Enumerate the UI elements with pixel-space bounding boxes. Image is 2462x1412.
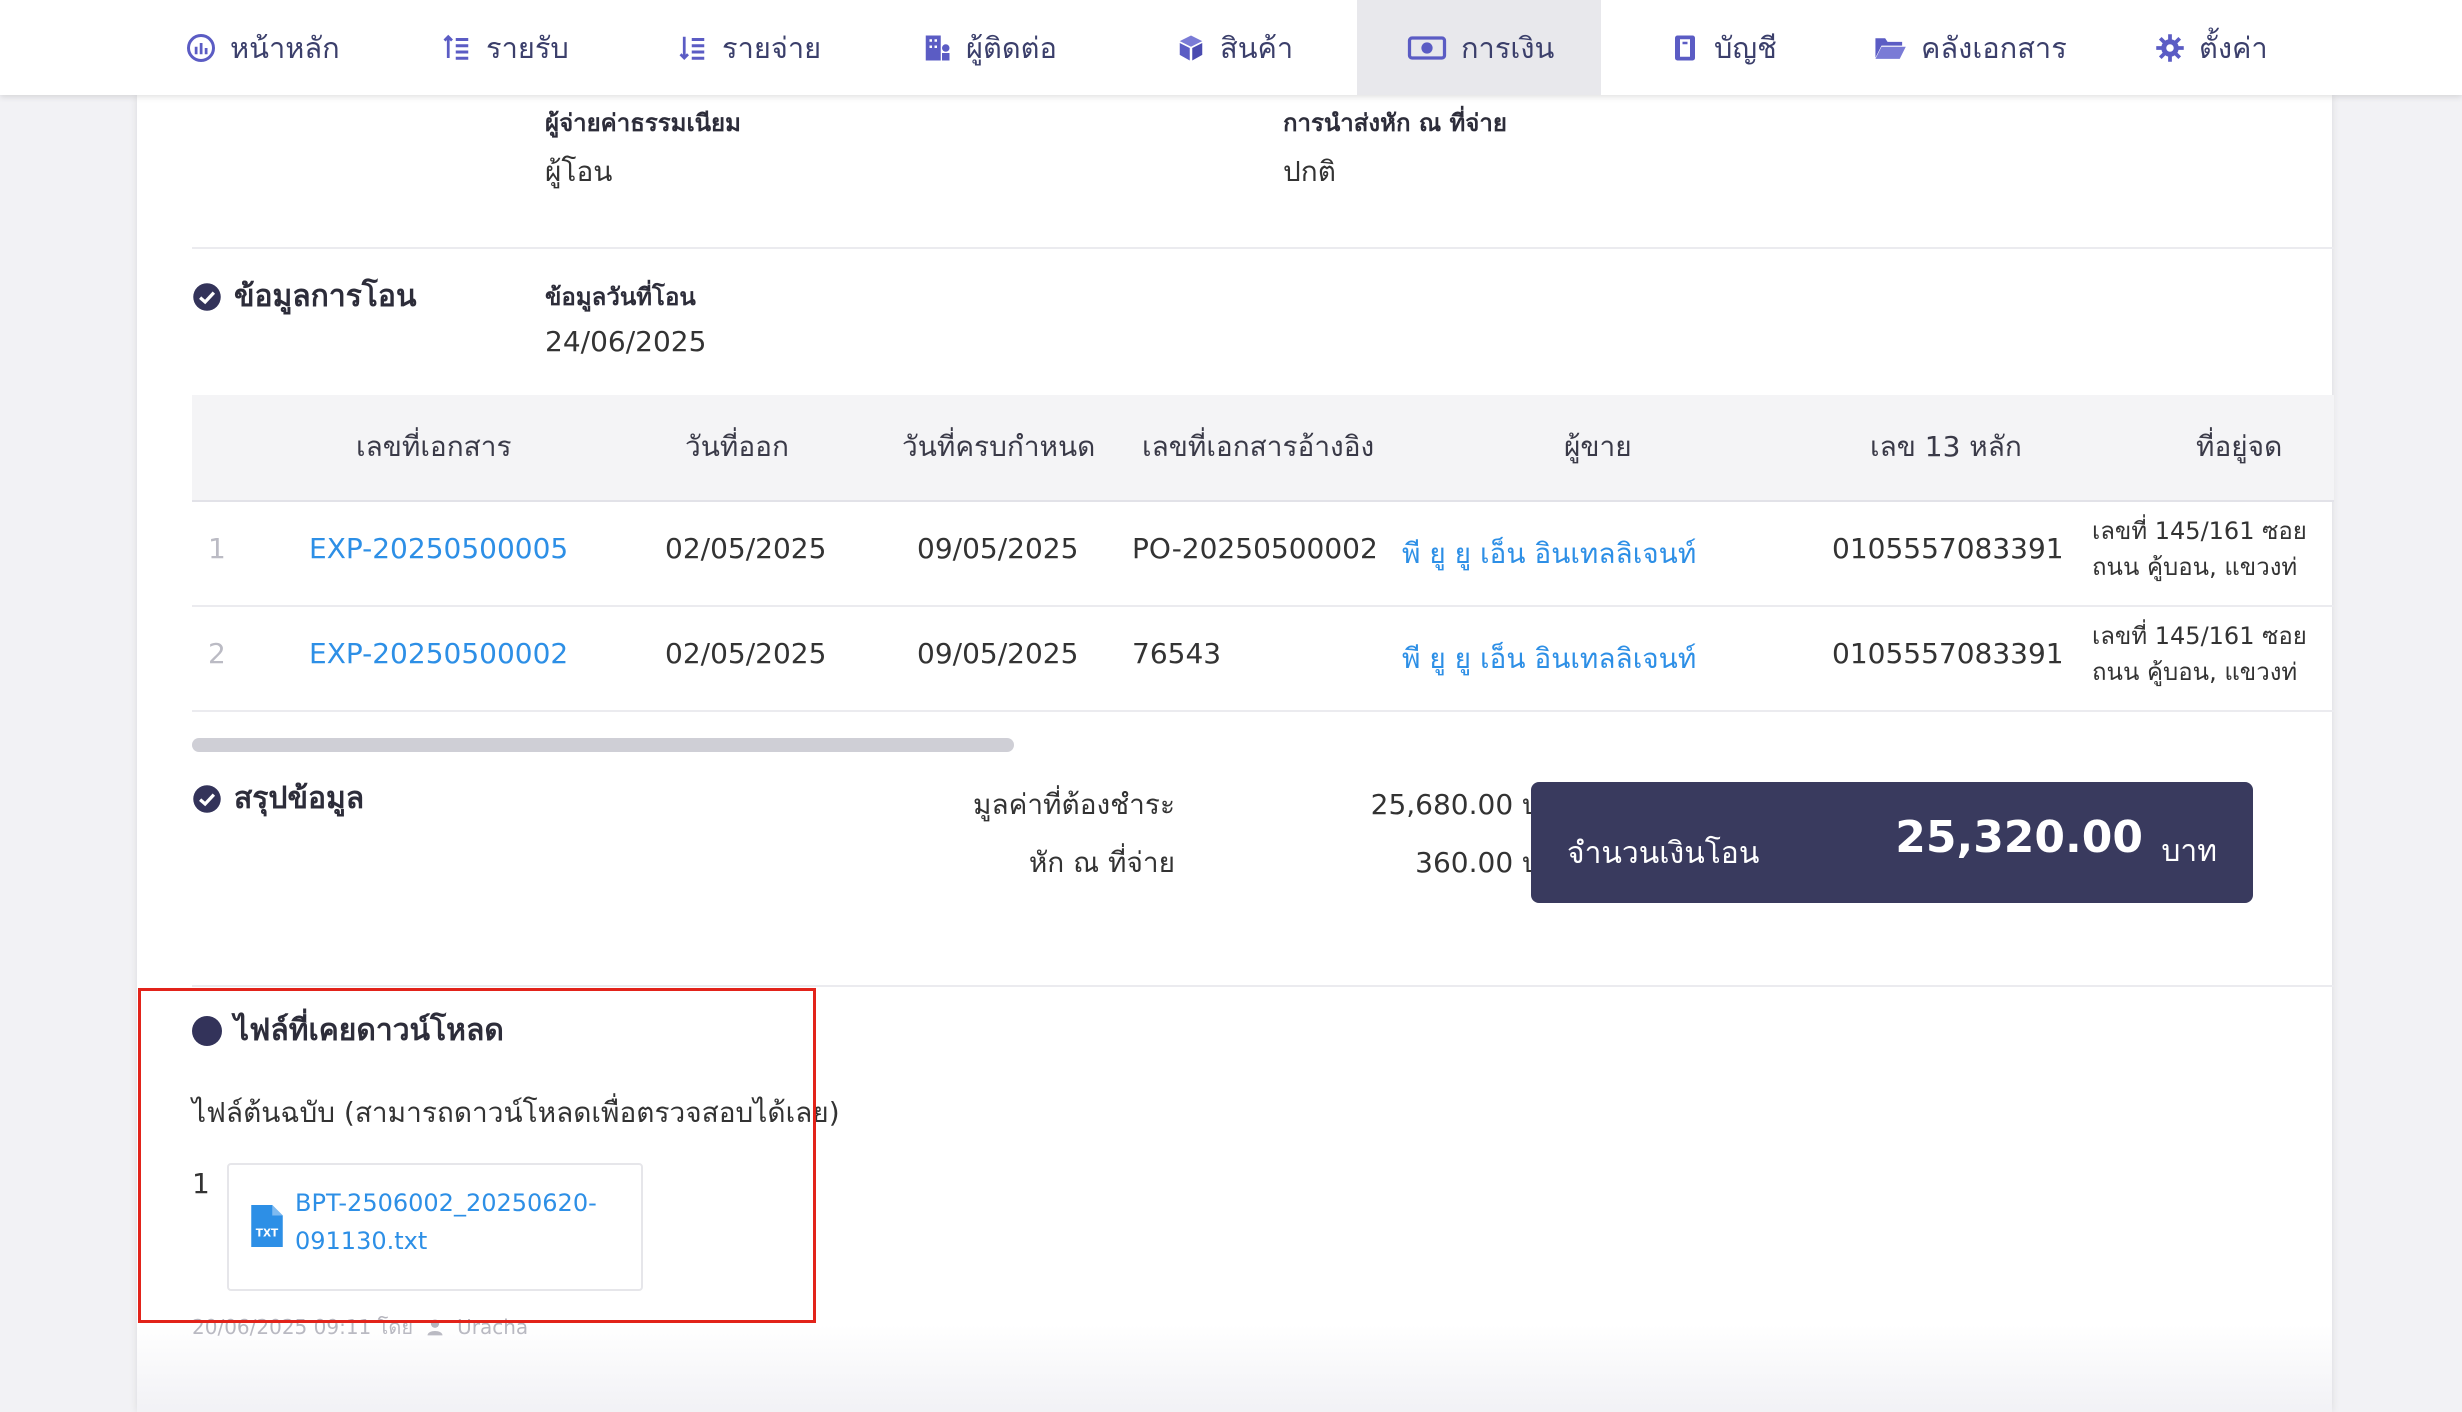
column-header-doc-no[interactable]: เลขที่เอกสาร bbox=[356, 425, 512, 469]
highlight-box bbox=[138, 988, 816, 1323]
address-line: เลขที่ 145/161 ซอย bbox=[2092, 622, 2307, 650]
nav-item-products[interactable]: สินค้า bbox=[1176, 0, 1293, 95]
doc-no-link[interactable]: EXP-20250500002 bbox=[309, 637, 568, 670]
nav-item-label: คลังเอกสาร bbox=[1921, 30, 2067, 65]
address-line: เลขที่ 145/161 ซอย bbox=[2092, 517, 2307, 545]
wht-delivery-label: การนำส่งหัก ณ ที่จ่าย bbox=[1283, 109, 1507, 137]
section-title-text: ข้อมูลการโอน bbox=[234, 279, 417, 314]
fee-payer-value: ผู้โอน bbox=[545, 155, 613, 188]
nav-item-label: ตั้งค่า bbox=[2199, 30, 2268, 65]
nav-item-home[interactable]: หน้าหลัก bbox=[186, 0, 340, 95]
tax-id: 0105557083391 bbox=[1832, 532, 2064, 565]
transfer-info-title: ข้อมูลการโอน bbox=[192, 273, 416, 320]
top-navigation: หน้าหลัก รายรับ รายจ่าย ผู้ติดต่อ สินค้า… bbox=[0, 0, 2462, 95]
row-index: 2 bbox=[208, 637, 226, 670]
address-line: ถนน คู้บอน, แขวงท่ bbox=[2092, 658, 2298, 686]
table-horizontal-scrollbar[interactable] bbox=[192, 738, 1014, 752]
transfer-amount-box: จำนวนเงินโอน 25,320.00 บาท bbox=[1531, 782, 2253, 903]
column-header-issue-date[interactable]: วันที่ออก bbox=[685, 425, 789, 469]
nav-item-finance[interactable]: การเงิน bbox=[1357, 0, 1601, 95]
divider bbox=[192, 247, 2334, 249]
transfer-amount-value: 25,320.00 bbox=[1895, 812, 2143, 863]
column-header-ref-doc[interactable]: เลขที่เอกสารอ้างอิง bbox=[1142, 425, 1374, 469]
income-list-icon bbox=[442, 33, 472, 63]
divider bbox=[192, 985, 2334, 987]
dashboard-icon bbox=[186, 33, 216, 63]
due-date: 09/05/2025 bbox=[917, 637, 1079, 670]
tax-id: 0105557083391 bbox=[1832, 637, 2064, 670]
issue-date: 02/05/2025 bbox=[665, 637, 827, 670]
issue-date: 02/05/2025 bbox=[665, 532, 827, 565]
doc-no-link[interactable]: EXP-20250500005 bbox=[309, 532, 568, 565]
section-title-text: สรุปข้อมูล bbox=[234, 781, 365, 816]
nav-item-accounting[interactable]: บัญชี bbox=[1670, 0, 1777, 95]
nav-item-label: ผู้ติดต่อ bbox=[966, 30, 1057, 65]
ref-doc: 76543 bbox=[1132, 637, 1222, 670]
nav-item-contacts[interactable]: ผู้ติดต่อ bbox=[922, 0, 1057, 95]
money-icon bbox=[1407, 33, 1447, 63]
ref-doc: PO-20250500002 bbox=[1132, 532, 1378, 565]
vendor-link[interactable]: พี ยู ยู เอ็น อินเทลลิเจนท์ bbox=[1402, 637, 1696, 681]
transfer-amount-unit: บาท bbox=[2161, 834, 2217, 869]
transfer-date-label: ข้อมูลวันที่โอน bbox=[545, 283, 696, 311]
nav-item-label: บัญชี bbox=[1714, 30, 1777, 65]
vendor-link[interactable]: พี ยู ยู เอ็น อินเทลลิเจนท์ bbox=[1402, 532, 1696, 576]
fee-payer-label: ผู้จ่ายค่าธรรมเนียม bbox=[545, 109, 741, 137]
nav-item-label: การเงิน bbox=[1461, 30, 1555, 65]
check-circle-icon bbox=[193, 282, 221, 311]
nav-item-documents[interactable]: คลังเอกสาร bbox=[1873, 0, 2067, 95]
nav-item-label: หน้าหลัก bbox=[230, 30, 340, 65]
row-index: 1 bbox=[208, 532, 226, 565]
wht-label: หัก ณ ที่จ่าย bbox=[1028, 846, 1175, 879]
column-header-vendor[interactable]: ผู้ขาย bbox=[1564, 425, 1632, 469]
due-date: 09/05/2025 bbox=[917, 532, 1079, 565]
transfer-amount-label: จำนวนเงินโอน bbox=[1567, 836, 1760, 871]
column-header-tax-id[interactable]: เลข 13 หลัก bbox=[1870, 425, 2022, 469]
address-line: ถนน คู้บอน, แขวงท่ bbox=[2092, 553, 2298, 581]
contacts-building-icon bbox=[922, 33, 952, 63]
nav-item-label: สินค้า bbox=[1220, 30, 1294, 65]
wht-delivery-value: ปกติ bbox=[1283, 155, 1336, 188]
nav-item-label: รายจ่าย bbox=[722, 30, 822, 65]
box-icon bbox=[1176, 33, 1206, 63]
column-header-address[interactable]: ที่อยู่จด bbox=[2196, 425, 2282, 469]
nav-item-settings[interactable]: ตั้งค่า bbox=[2155, 0, 2268, 95]
ledger-book-icon bbox=[1670, 33, 1700, 63]
expense-list-icon bbox=[678, 33, 708, 63]
gear-icon bbox=[2155, 33, 2185, 63]
nav-item-label: รายรับ bbox=[486, 30, 569, 65]
nav-item-expense[interactable]: รายจ่าย bbox=[678, 0, 821, 95]
check-circle-icon bbox=[193, 784, 221, 813]
folder-icon bbox=[1873, 33, 1907, 63]
bottom-fade bbox=[137, 1325, 2332, 1412]
transfer-date-value: 24/06/2025 bbox=[545, 325, 707, 358]
nav-item-income[interactable]: รายรับ bbox=[442, 0, 569, 95]
amount-due-label: มูลค่าที่ต้องชำระ bbox=[972, 788, 1175, 821]
column-header-due-date[interactable]: วันที่ครบกำหนด bbox=[902, 425, 1095, 469]
summary-title: สรุปข้อมูล bbox=[192, 775, 364, 822]
